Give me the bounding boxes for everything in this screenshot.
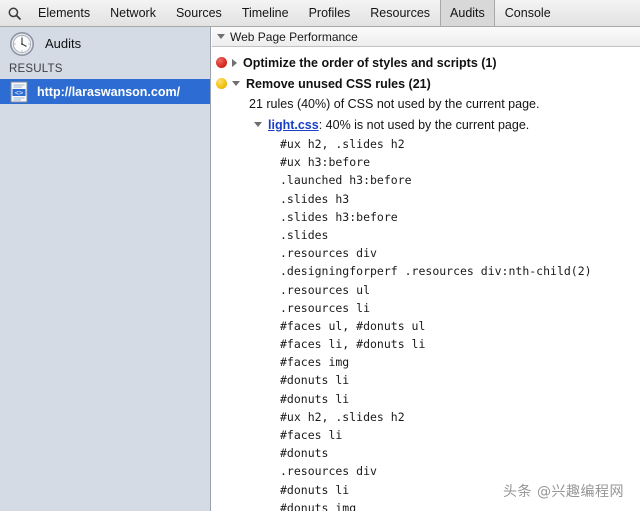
devtools-toolbar: Elements Network Sources Timeline Profil… bbox=[0, 0, 640, 27]
list-item[interactable]: .slides bbox=[212, 226, 640, 244]
sidebar-panel-header: Audits bbox=[0, 27, 210, 60]
triangle-down-icon[interactable] bbox=[232, 81, 240, 86]
document-code-icon: <> bbox=[10, 81, 28, 103]
tab-sources[interactable]: Sources bbox=[166, 0, 232, 26]
list-item[interactable]: .slides h3:before bbox=[212, 208, 640, 226]
triangle-down-icon[interactable] bbox=[254, 122, 262, 127]
list-item[interactable]: .resources div bbox=[212, 462, 640, 480]
tab-console[interactable]: Console bbox=[495, 0, 561, 26]
results-section-label: RESULTS bbox=[9, 63, 63, 75]
list-item[interactable]: .resources div bbox=[212, 244, 640, 262]
file-link-light-css[interactable]: light.css bbox=[268, 118, 319, 132]
list-item[interactable]: #ux h2, .slides h2 bbox=[212, 135, 640, 153]
list-item[interactable]: .launched h3:before bbox=[212, 171, 640, 189]
tab-elements[interactable]: Elements bbox=[28, 0, 100, 26]
devtools-window: Elements Network Sources Timeline Profil… bbox=[0, 0, 640, 511]
audit-label-optimize-order: Optimize the order of styles and scripts… bbox=[243, 55, 497, 70]
audit-tree: Optimize the order of styles and scripts… bbox=[212, 47, 640, 511]
list-item[interactable]: .designingforperf .resources div:nth-chi… bbox=[212, 262, 640, 280]
audit-detail-summary: 21 rules (40%) of CSS not used by the cu… bbox=[249, 97, 540, 111]
list-item[interactable]: .resources li bbox=[212, 299, 640, 317]
triangle-down-icon[interactable] bbox=[217, 34, 225, 39]
clock-icon bbox=[9, 31, 35, 57]
audit-results-panel: Web Page Performance Optimize the order … bbox=[212, 27, 640, 511]
audit-row-optimize-order[interactable]: Optimize the order of styles and scripts… bbox=[212, 52, 640, 73]
search-icon[interactable] bbox=[0, 0, 28, 26]
search-icon-glyph bbox=[8, 7, 21, 20]
list-item[interactable]: #ux h2, .slides h2 bbox=[212, 408, 640, 426]
svg-text:<>: <> bbox=[15, 88, 23, 96]
list-item[interactable]: #faces li bbox=[212, 426, 640, 444]
list-item[interactable]: #donuts bbox=[212, 444, 640, 462]
watermark: 头条 @兴趣编程网 bbox=[503, 484, 624, 500]
severity-error-icon bbox=[216, 57, 227, 68]
list-item[interactable]: .slides h3 bbox=[212, 190, 640, 208]
tab-network[interactable]: Network bbox=[100, 0, 166, 26]
tab-profiles[interactable]: Profiles bbox=[299, 0, 361, 26]
toolbar-tabs: Elements Network Sources Timeline Profil… bbox=[28, 0, 561, 26]
list-item[interactable]: #faces ul, #donuts ul bbox=[212, 317, 640, 335]
file-usage-text: : 40% is not used by the current page. bbox=[318, 117, 530, 132]
audit-file-row[interactable]: light.css : 40% is not used by the curre… bbox=[212, 114, 640, 135]
list-item[interactable]: #donuts li bbox=[212, 371, 640, 389]
result-url-label: http://laraswanson.com/ bbox=[37, 84, 181, 99]
audits-sidebar: Audits RESULTS <> http://laraswanson.com… bbox=[0, 27, 211, 511]
tab-resources[interactable]: Resources bbox=[360, 0, 440, 26]
list-item[interactable]: #faces img bbox=[212, 353, 640, 371]
section-header-web-page-performance[interactable]: Web Page Performance bbox=[212, 27, 640, 47]
tab-timeline[interactable]: Timeline bbox=[232, 0, 299, 26]
sidebar-panel-title: Audits bbox=[45, 36, 82, 51]
severity-warning-icon bbox=[216, 78, 227, 89]
list-item[interactable]: #faces li, #donuts li bbox=[212, 335, 640, 353]
tab-audits[interactable]: Audits bbox=[440, 0, 495, 26]
unused-selector-list: #ux h2, .slides h2 #ux h3:before .launch… bbox=[212, 135, 640, 511]
section-title: Web Page Performance bbox=[230, 29, 358, 44]
audit-label-remove-unused-css: Remove unused CSS rules (21) bbox=[246, 76, 431, 91]
list-item[interactable]: #donuts li bbox=[212, 390, 640, 408]
triangle-right-icon[interactable] bbox=[232, 58, 237, 67]
sidebar-result-row[interactable]: <> http://laraswanson.com/ bbox=[0, 79, 210, 104]
list-item[interactable]: .resources ul bbox=[212, 281, 640, 299]
list-item[interactable]: #ux h3:before bbox=[212, 153, 640, 171]
audit-row-remove-unused-css[interactable]: Remove unused CSS rules (21) bbox=[212, 73, 640, 94]
